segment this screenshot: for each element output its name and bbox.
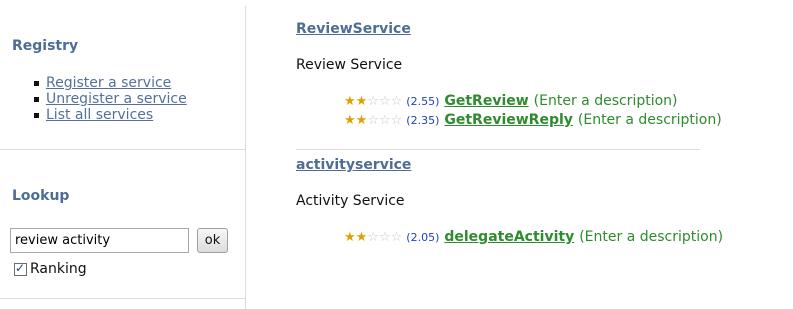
ranking-label: Ranking [30,261,87,277]
star-full-icon: ★ [355,229,368,245]
operation-row: ★ ★ ☆ ☆ ☆ (2.05) delegateActivity (Enter a d… [344,228,723,246]
star-full-icon: ★ [355,93,368,109]
service-title-reviewservice[interactable]: ReviewService [296,21,411,37]
star-full-icon: ★ [344,112,356,128]
star-empty-icon: ☆ [367,112,379,128]
star-empty-icon: ☆ [390,229,403,245]
service-title-activityservice[interactable]: activityservice [296,157,411,173]
service-description: Activity Service [296,193,405,209]
star-full-icon: ★ [355,112,368,128]
list-services-link[interactable]: List all services [46,107,153,123]
star-empty-icon: ☆ [367,93,379,109]
operation-description: (Enter a description) [579,229,724,245]
registry-links: Register a service Unregister a service … [34,75,187,123]
list-item: Unregister a service [34,91,187,107]
ranking-checkbox[interactable]: ✓ [14,260,27,276]
star-empty-icon: ☆ [378,112,391,128]
sidebar: Registry Register a service Unregister a… [0,0,245,309]
star-empty-icon: ☆ [390,93,403,109]
column-divider [245,6,246,309]
sidebar-divider [0,298,245,299]
star-empty-icon: ☆ [378,93,391,109]
search-input[interactable] [10,228,189,253]
ranking-option[interactable]: ✓ Ranking [14,260,87,278]
service-description: Review Service [296,57,403,73]
star-empty-icon: ☆ [378,229,391,245]
operation-link-delegateactivity[interactable]: delegateActivity [444,229,574,245]
ok-button[interactable]: ok [197,228,228,253]
bullet-icon [34,113,39,118]
star-empty-icon: ☆ [390,112,403,128]
rating-value: (2.55) [406,94,440,108]
star-rating: ★ ★ ☆ ☆ ☆ [344,114,402,127]
service-divider [296,149,700,150]
unregister-service-link[interactable]: Unregister a service [46,91,187,107]
star-full-icon: ★ [344,93,356,109]
register-service-link[interactable]: Register a service [46,75,171,91]
operation-link-getreviewreply[interactable]: GetReviewReply [444,112,573,128]
star-rating: ★ ★ ☆ ☆ ☆ [344,231,402,244]
star-full-icon: ★ [344,229,356,245]
rating-value: (2.05) [406,230,440,244]
list-item: Register a service [34,75,187,91]
list-item: List all services [34,107,187,123]
lookup-heading: Lookup [12,188,70,204]
bullet-icon [34,97,39,102]
operation-link-getreview[interactable]: GetReview [444,93,528,109]
check-icon: ✓ [15,260,26,275]
rating-value: (2.35) [406,113,440,127]
bullet-icon [34,81,39,86]
registry-heading: Registry [12,38,79,54]
operation-row: ★ ★ ☆ ☆ ☆ (2.35) GetReviewReply (Enter a des… [344,111,722,129]
operation-description: (Enter a description) [577,112,722,128]
star-rating: ★ ★ ☆ ☆ ☆ [344,95,402,108]
star-empty-icon: ☆ [367,229,379,245]
operation-description: (Enter a description) [533,93,678,109]
operation-row: ★ ★ ☆ ☆ ☆ (2.55) GetReview (Enter a descript… [344,92,678,110]
sidebar-divider [0,149,245,150]
